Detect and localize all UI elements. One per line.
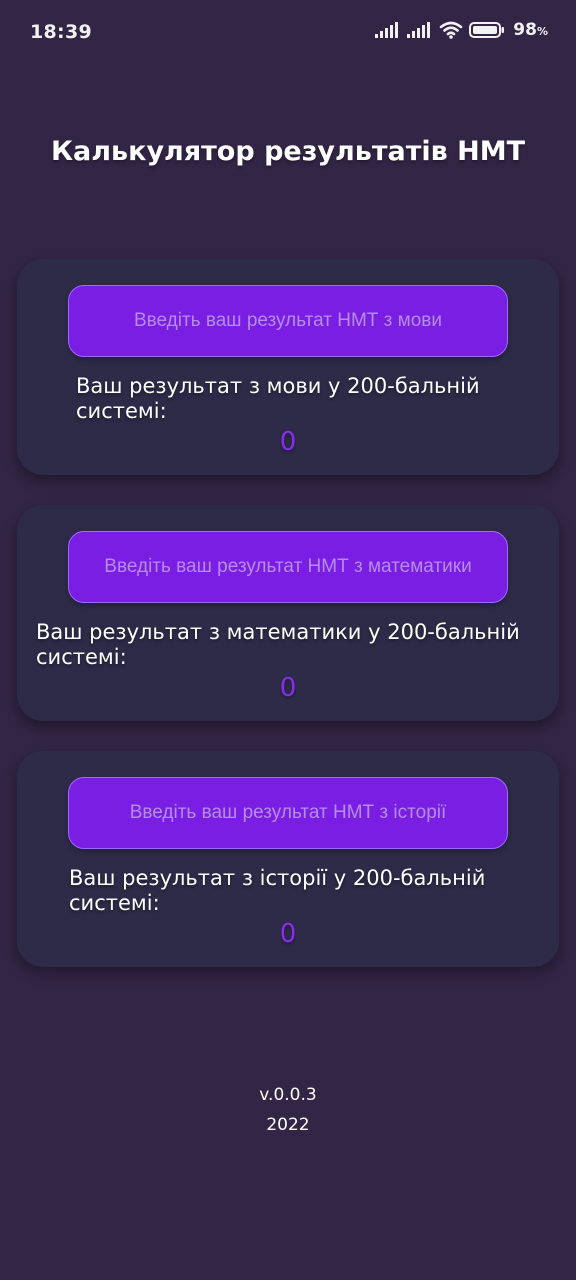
- card-history: Введіть ваш результат НМТ з історії Ваш …: [17, 751, 559, 967]
- page-title: Калькулятор результатів НМТ: [50, 136, 526, 167]
- math-result-value: 0: [279, 673, 297, 703]
- math-result-label: Ваш результат з математики у 200-бальній…: [36, 620, 520, 669]
- history-result-value: 0: [279, 919, 297, 949]
- language-result-value: 0: [279, 427, 297, 457]
- signal-icon: [375, 21, 401, 39]
- app-version: v.0.0.3: [259, 1085, 317, 1105]
- math-score-input[interactable]: Введіть ваш результат НМТ з математики: [68, 531, 508, 603]
- battery-percent: 98%: [513, 20, 548, 40]
- history-result-label: Ваш результат з історії у 200-бальній си…: [69, 866, 486, 915]
- status-icons: 98%: [375, 20, 548, 40]
- card-math: Введіть ваш результат НМТ з математики В…: [17, 505, 559, 721]
- status-time: 18:39: [30, 21, 92, 43]
- wifi-icon: [439, 21, 463, 39]
- app-year: 2022: [266, 1115, 310, 1135]
- history-score-input[interactable]: Введіть ваш результат НМТ з історії: [68, 777, 508, 849]
- status-bar: 18:39 98%: [0, 0, 576, 66]
- language-result-label: Ваш результат з мови у 200-бальній систе…: [76, 374, 480, 423]
- language-score-input[interactable]: Введіть ваш результат НМТ з мови: [68, 285, 508, 357]
- card-language: Введіть ваш результат НМТ з мови Ваш рез…: [17, 259, 559, 475]
- battery-icon: [469, 21, 505, 39]
- signal-icon-2: [407, 21, 433, 39]
